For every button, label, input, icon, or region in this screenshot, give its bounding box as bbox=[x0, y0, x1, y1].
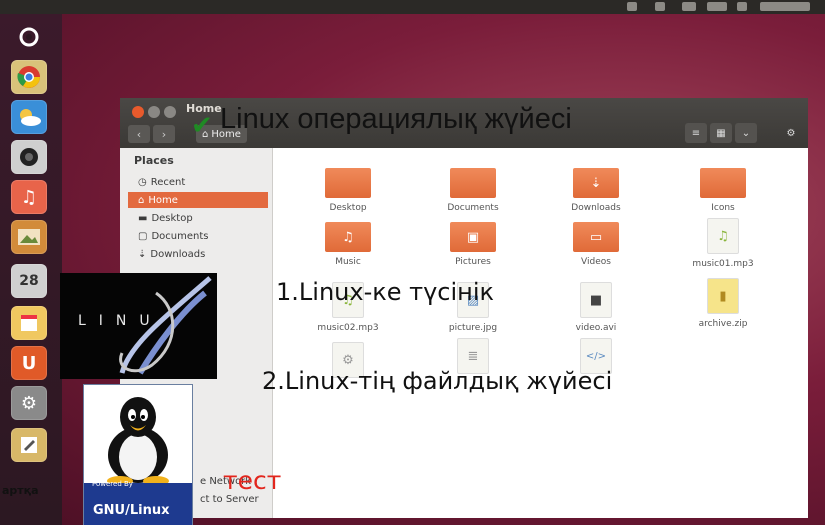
file-item[interactable]: ♫ Music bbox=[303, 222, 393, 267]
back-link[interactable]: артқа bbox=[2, 484, 39, 497]
sidebar-item-documents[interactable]: ▢ Documents bbox=[128, 228, 268, 244]
test-link[interactable]: тест bbox=[223, 468, 281, 493]
tux-penguin-icon bbox=[107, 397, 169, 485]
image-viewer-icon[interactable] bbox=[11, 220, 47, 254]
view-options-icon[interactable]: ⌄ bbox=[735, 123, 757, 143]
file-label: Icons bbox=[711, 203, 735, 213]
grid-view-icon[interactable]: ▦ bbox=[710, 123, 732, 143]
file-item[interactable]: ▭ Videos bbox=[551, 222, 641, 267]
file-item[interactable]: Desktop bbox=[303, 168, 393, 213]
file-label: music02.mp3 bbox=[317, 323, 379, 333]
home-icon: ⌂ bbox=[138, 194, 145, 206]
file-label: Videos bbox=[581, 257, 611, 267]
top-panel bbox=[0, 0, 825, 14]
screenshot: ♫ 28 U ⚙ артқа Home ‹ › ⌂ Home ≡ ▦ ⌄ ⚙ P… bbox=[0, 0, 825, 525]
places-header: Places bbox=[134, 154, 174, 167]
downloads-icon: ⇣ bbox=[138, 248, 147, 260]
clock-icon: ◷ bbox=[138, 176, 147, 188]
file-item[interactable]: ■ video.avi bbox=[551, 282, 641, 333]
downloads-folder-icon: ⇣ bbox=[573, 168, 619, 198]
network-icon[interactable] bbox=[655, 2, 665, 11]
gnu-linux-label: GNU/Linux bbox=[93, 503, 170, 518]
folder-icon bbox=[450, 168, 496, 198]
powered-by-gnu-linux-badge: Powered By GNU/Linux bbox=[83, 384, 193, 525]
notes-icon[interactable] bbox=[11, 306, 47, 340]
file-item[interactable]: ▮ archive.zip bbox=[678, 278, 768, 329]
archive-file-icon: ▮ bbox=[707, 278, 739, 314]
file-label: picture.jpg bbox=[448, 323, 498, 333]
volume-icon[interactable] bbox=[737, 2, 747, 11]
envelope-icon[interactable] bbox=[627, 2, 637, 11]
sidebar-item-label: Documents bbox=[151, 230, 209, 242]
file-manager-window: Home ‹ › ⌂ Home ≡ ▦ ⌄ ⚙ Places ◷ Recent ⌂ H… bbox=[120, 98, 808, 518]
back-arrow-icon[interactable]: ‹ bbox=[128, 125, 150, 143]
linux-logo-word: LINU bbox=[78, 313, 163, 329]
topic-link-1[interactable]: 1.Linux-ке түсінік bbox=[276, 278, 494, 306]
documents-icon: ▢ bbox=[138, 230, 148, 242]
folder-icon bbox=[700, 168, 746, 198]
clock-indicator[interactable] bbox=[760, 2, 810, 11]
file-label: music01.mp3 bbox=[692, 259, 754, 269]
list-view-icon[interactable]: ≡ bbox=[685, 123, 707, 143]
videos-folder-icon: ▭ bbox=[573, 222, 619, 252]
sidebar-item-label: Home bbox=[148, 194, 178, 206]
file-label: archive.zip bbox=[698, 319, 748, 329]
sidebar-item-label: Desktop bbox=[151, 212, 193, 224]
file-label: Pictures bbox=[455, 257, 491, 267]
webcam-icon[interactable] bbox=[11, 140, 47, 174]
file-label: Documents bbox=[447, 203, 499, 213]
file-item[interactable]: Icons bbox=[678, 168, 768, 213]
file-label: video.avi bbox=[575, 323, 617, 333]
file-item[interactable]: ▣ Pictures bbox=[428, 222, 518, 267]
sidebar-item-label: Recent bbox=[150, 176, 186, 188]
maximize-icon[interactable] bbox=[164, 106, 176, 118]
file-label: Desktop bbox=[329, 203, 367, 213]
battery-icon[interactable] bbox=[682, 2, 696, 11]
topic-link-2[interactable]: 2.Linux-тің файлдық жүйесі bbox=[262, 367, 612, 395]
launcher: ♫ 28 U ⚙ артқа bbox=[0, 14, 62, 525]
pictures-folder-icon: ▣ bbox=[450, 222, 496, 252]
file-item[interactable]: ⇣ Downloads bbox=[551, 168, 641, 213]
sidebar-item-recent[interactable]: ◷ Recent bbox=[128, 174, 268, 190]
video-file-icon: ■ bbox=[580, 282, 612, 318]
sidebar-item-label: Downloads bbox=[150, 248, 206, 260]
sidebar-item-downloads[interactable]: ⇣ Downloads bbox=[128, 246, 268, 262]
audio-file-icon: ♫ bbox=[707, 218, 739, 254]
ubuntu-one-icon[interactable]: U bbox=[11, 346, 47, 380]
chrome-icon[interactable] bbox=[11, 60, 47, 94]
weather-icon[interactable] bbox=[11, 100, 47, 134]
music-player-icon[interactable]: ♫ bbox=[11, 180, 47, 214]
file-grid: Desktop Documents ⇣ Downloads Icons ♫ Mu… bbox=[273, 148, 808, 518]
music-folder-icon: ♫ bbox=[325, 222, 371, 252]
keyboard-indicator-icon[interactable] bbox=[707, 2, 727, 11]
text-editor-icon[interactable] bbox=[11, 428, 47, 462]
slide-title: Linux операциялық жүйесі bbox=[220, 103, 572, 135]
sidebar-item-desktop[interactable]: ▬ Desktop bbox=[128, 210, 268, 226]
file-label: Music bbox=[335, 257, 361, 267]
settings-icon[interactable]: ⚙ bbox=[780, 123, 802, 143]
minimize-icon[interactable] bbox=[148, 106, 160, 118]
sidebar-item-home[interactable]: ⌂ Home bbox=[128, 192, 268, 208]
desktop-folder-icon: ▬ bbox=[138, 212, 148, 224]
file-item[interactable]: ♫ music01.mp3 bbox=[678, 218, 768, 269]
file-item[interactable]: Documents bbox=[428, 168, 518, 213]
linux-logo: LINU bbox=[60, 273, 217, 379]
file-label: Downloads bbox=[571, 203, 621, 213]
dash-home-icon[interactable] bbox=[11, 20, 47, 54]
folder-icon bbox=[325, 168, 371, 198]
powered-by-label: Powered By bbox=[92, 480, 133, 488]
calendar-icon[interactable]: 28 bbox=[11, 264, 47, 298]
checkmark-icon: ✔ bbox=[191, 111, 213, 141]
settings-gear-icon[interactable]: ⚙ bbox=[11, 386, 47, 420]
sidebar-item-connect-server[interactable]: ct to Server bbox=[200, 494, 259, 505]
forward-arrow-icon[interactable]: › bbox=[153, 125, 175, 143]
close-icon[interactable] bbox=[132, 106, 144, 118]
